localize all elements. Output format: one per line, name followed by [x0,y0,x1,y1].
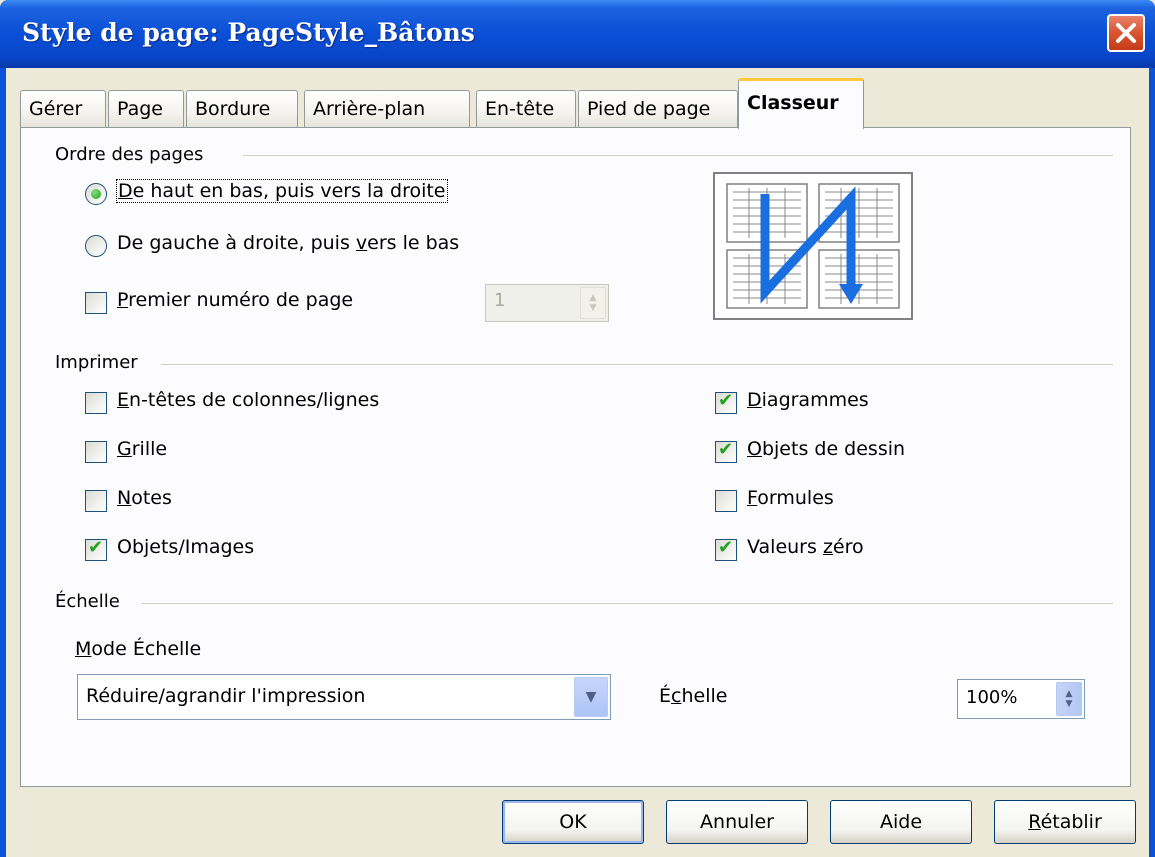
scale-value: 100% [966,687,1018,708]
spinner-arrows[interactable]: ▲ ▼ [1056,682,1082,716]
print-drawing-objects-label[interactable]: Objets de dessin [747,438,905,460]
first-page-number-checkbox[interactable] [85,292,107,314]
dropdown-button[interactable]: ▼ [574,677,608,717]
tab-pied-de-page[interactable]: Pied de page [578,90,738,128]
tab-panel-classeur: Ordre des pages De haut en bas, puis ver… [20,127,1131,787]
print-grid-label[interactable]: Grille [117,438,167,460]
radio-left-right[interactable] [85,235,107,257]
scale-mode-value: Réduire/agrandir l'impression [86,685,366,707]
radio-top-bottom[interactable] [85,183,107,205]
close-icon [1116,23,1136,43]
chevron-down-icon: ▼ [589,303,597,313]
print-charts-checkbox[interactable] [715,390,737,414]
title-bar[interactable]: Style de page: PageStyle_Bâtons [0,0,1155,68]
print-group-label: Imprimer [55,352,138,373]
dialog-body: Gérer Page Bordure Arrière-plan En-tête … [6,68,1149,857]
print-zero-values-checkbox[interactable] [715,537,737,561]
scale-spinner[interactable]: 100% ▲ ▼ [957,679,1085,719]
print-notes-label[interactable]: Notes [117,487,172,509]
print-formulas-checkbox[interactable] [715,490,737,512]
dialog-window: Style de page: PageStyle_Bâtons Gérer Pa… [0,0,1155,857]
page-order-group-label: Ordre des pages [55,144,204,165]
tab-classeur[interactable]: Classeur [738,78,864,129]
help-button[interactable]: Aide [830,800,972,844]
print-zero-values-label[interactable]: Valeurs zéro [747,536,864,558]
scale-mode-label: Mode Échelle [75,638,202,660]
window-title: Style de page: PageStyle_Bâtons [22,18,475,47]
radio-top-bottom-label[interactable]: De haut en bas, puis vers la droite [116,179,448,203]
chevron-down-icon: ▼ [1065,699,1073,709]
scale-group-label: Échelle [55,591,120,612]
print-objects-images-label[interactable]: Objets/Images [117,536,254,558]
chevron-down-icon: ▼ [585,689,597,705]
chevron-up-icon: ▲ [1065,689,1073,699]
spinner-arrows[interactable]: ▲ ▼ [580,287,606,319]
page-order-arrow-icon [726,183,900,309]
radio-left-right-label[interactable]: De gauche à droite, puis vers le bas [117,232,459,254]
reset-button[interactable]: Rétablir [994,800,1136,844]
print-grid-checkbox[interactable] [85,441,107,463]
scale-divider [141,603,1113,604]
scale-label: Échelle [659,685,728,707]
ok-button[interactable]: OK [502,800,644,844]
print-headers-label[interactable]: En-têtes de colonnes/lignes [117,389,379,411]
print-drawing-objects-checkbox[interactable] [715,439,737,463]
tab-arriere-plan[interactable]: Arrière-plan [304,90,470,128]
tab-page[interactable]: Page [108,90,184,128]
print-divider [161,364,1113,365]
page-order-preview [713,172,913,320]
print-notes-checkbox[interactable] [85,490,107,512]
print-objects-images-checkbox[interactable] [85,537,107,561]
print-charts-label[interactable]: Diagrammes [747,389,869,411]
print-headers-checkbox[interactable] [85,392,107,414]
first-page-number-label[interactable]: Premier numéro de page [117,289,353,311]
print-formulas-label[interactable]: Formules [747,487,834,509]
page-order-divider [243,155,1113,156]
first-page-number-spinner[interactable]: 1 ▲ ▼ [485,284,609,322]
tab-bordure[interactable]: Bordure [186,90,298,128]
cancel-button[interactable]: Annuler [666,800,808,844]
tab-gerer[interactable]: Gérer [20,90,106,128]
chevron-up-icon: ▲ [589,293,597,303]
close-button[interactable] [1107,14,1145,52]
first-page-number-value: 1 [494,290,506,311]
scale-mode-select[interactable]: Réduire/agrandir l'impression ▼ [77,674,611,720]
tab-en-tete[interactable]: En-tête [476,90,576,128]
